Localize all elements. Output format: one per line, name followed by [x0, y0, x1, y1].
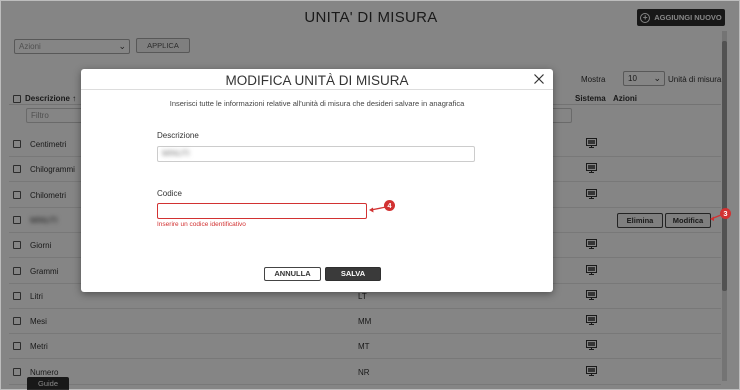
modal-description: Inserisci tutte le informazioni relative… [169, 99, 465, 108]
modal-title: MODIFICA UNITÀ DI MISURA [225, 73, 409, 88]
cancel-button[interactable]: ANNULLA [264, 267, 321, 281]
description-field[interactable]: MINUTI [157, 146, 475, 162]
code-label: Codice [157, 189, 182, 198]
save-button[interactable]: SALVA [325, 267, 381, 281]
modal-divider [81, 89, 553, 90]
close-icon[interactable] [533, 73, 545, 85]
code-error-message: Inserire un codice identificativo [157, 221, 246, 228]
description-label: Descrizione [157, 131, 199, 140]
callout-badge-edit: 3 [720, 208, 731, 219]
description-field-value: MINUTI [162, 149, 190, 158]
code-field[interactable] [157, 203, 367, 219]
edit-unit-modal: MODIFICA UNITÀ DI MISURA Inserisci tutte… [81, 69, 553, 292]
callout-badge-code: 4 [384, 200, 395, 211]
